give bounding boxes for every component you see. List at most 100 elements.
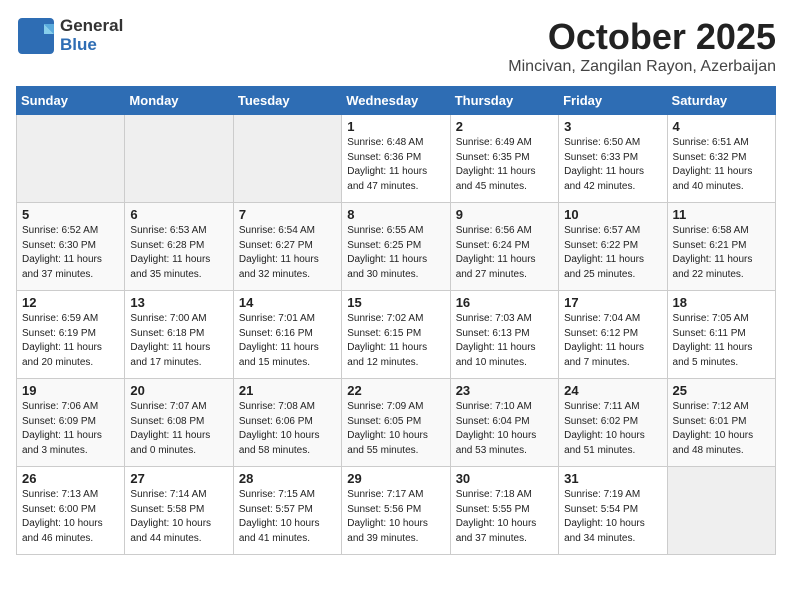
day-number: 23 (456, 383, 553, 398)
weekday-header: Wednesday (342, 87, 450, 115)
day-number: 3 (564, 119, 661, 134)
calendar-cell: 6 Sunrise: 6:53 AMSunset: 6:28 PMDaylight… (125, 203, 233, 291)
day-info: Sunrise: 6:49 AMSunset: 6:35 PMDaylight:… (456, 136, 553, 194)
calendar-cell: 15 Sunrise: 7:02 AMSunset: 6:15 PMDayligh… (342, 291, 450, 379)
day-info: Sunrise: 7:06 AMSunset: 6:09 PMDaylight:… (22, 400, 119, 458)
day-info: Sunrise: 7:09 AMSunset: 6:05 PMDaylight:… (347, 400, 444, 458)
weekday-header: Saturday (667, 87, 775, 115)
day-number: 28 (239, 471, 336, 486)
day-number: 15 (347, 295, 444, 310)
calendar-cell: 13 Sunrise: 7:00 AMSunset: 6:18 PMDayligh… (125, 291, 233, 379)
day-number: 4 (673, 119, 770, 134)
calendar-cell: 11Sunrise: 6:58 AMSunset: 6:21 PMDayligh… (667, 203, 775, 291)
day-info: Sunrise: 7:14 AMSunset: 5:58 PMDaylight:… (130, 488, 227, 546)
day-info: Sunrise: 7:12 AMSunset: 6:01 PMDaylight:… (673, 400, 770, 458)
calendar-cell: 28 Sunrise: 7:15 AMSunset: 5:57 PMDayligh… (233, 467, 341, 555)
logo: General Blue (16, 16, 123, 56)
logo-text: General Blue (60, 17, 123, 54)
calendar-cell: 9Sunrise: 6:56 AMSunset: 6:24 PMDaylight… (450, 203, 558, 291)
day-info: Sunrise: 7:00 AMSunset: 6:18 PMDaylight:… (130, 312, 227, 370)
day-info: Sunrise: 6:50 AMSunset: 6:33 PMDaylight:… (564, 136, 661, 194)
calendar-cell (233, 115, 341, 203)
day-info: Sunrise: 6:58 AMSunset: 6:21 PMDaylight:… (673, 224, 770, 282)
day-number: 1 (347, 119, 444, 134)
day-info: Sunrise: 7:15 AMSunset: 5:57 PMDaylight:… (239, 488, 336, 546)
calendar-cell: 7 Sunrise: 6:54 AMSunset: 6:27 PMDaylight… (233, 203, 341, 291)
calendar-cell: 5 Sunrise: 6:52 AMSunset: 6:30 PMDaylight… (17, 203, 125, 291)
title-area: October 2025 Mincivan, Zangilan Rayon, A… (508, 16, 776, 76)
logo-blue: Blue (60, 36, 123, 55)
day-number: 27 (130, 471, 227, 486)
day-info: Sunrise: 6:48 AMSunset: 6:36 PMDaylight:… (347, 136, 444, 194)
day-info: Sunrise: 7:03 AMSunset: 6:13 PMDaylight:… (456, 312, 553, 370)
calendar-cell: 20Sunrise: 7:07 AMSunset: 6:08 PMDayligh… (125, 379, 233, 467)
calendar-cell: 21Sunrise: 7:08 AMSunset: 6:06 PMDayligh… (233, 379, 341, 467)
day-info: Sunrise: 7:07 AMSunset: 6:08 PMDaylight:… (130, 400, 227, 458)
day-number: 5 (22, 207, 119, 222)
logo-general: General (60, 17, 123, 36)
month-title: October 2025 (508, 16, 776, 58)
day-number: 10 (564, 207, 661, 222)
day-info: Sunrise: 7:18 AMSunset: 5:55 PMDaylight:… (456, 488, 553, 546)
location-title: Mincivan, Zangilan Rayon, Azerbaijan (508, 58, 776, 76)
calendar-table: SundayMondayTuesdayWednesdayThursdayFrid… (16, 86, 776, 555)
day-number: 25 (673, 383, 770, 398)
day-number: 30 (456, 471, 553, 486)
day-info: Sunrise: 7:17 AMSunset: 5:56 PMDaylight:… (347, 488, 444, 546)
day-info: Sunrise: 6:53 AMSunset: 6:28 PMDaylight:… (130, 224, 227, 282)
calendar-week-row: 1 Sunrise: 6:48 AMSunset: 6:36 PMDaylight… (17, 115, 776, 203)
day-number: 14 (239, 295, 336, 310)
weekday-header: Friday (559, 87, 667, 115)
header: General Blue October 2025 Mincivan, Zang… (16, 16, 776, 76)
day-number: 31 (564, 471, 661, 486)
calendar-week-row: 5 Sunrise: 6:52 AMSunset: 6:30 PMDaylight… (17, 203, 776, 291)
calendar-cell: 3 Sunrise: 6:50 AMSunset: 6:33 PMDaylight… (559, 115, 667, 203)
calendar-cell: 30 Sunrise: 7:18 AMSunset: 5:55 PMDayligh… (450, 467, 558, 555)
calendar-cell: 12 Sunrise: 6:59 AMSunset: 6:19 PMDayligh… (17, 291, 125, 379)
day-number: 12 (22, 295, 119, 310)
calendar-cell: 25 Sunrise: 7:12 AMSunset: 6:01 PMDayligh… (667, 379, 775, 467)
day-number: 22 (347, 383, 444, 398)
calendar-cell: 24Sunrise: 7:11 AMSunset: 6:02 PMDayligh… (559, 379, 667, 467)
calendar-cell: 31 Sunrise: 7:19 AMSunset: 5:54 PMDayligh… (559, 467, 667, 555)
calendar-cell (667, 467, 775, 555)
calendar-cell: 19 Sunrise: 7:06 AMSunset: 6:09 PMDayligh… (17, 379, 125, 467)
calendar-cell: 4Sunrise: 6:51 AMSunset: 6:32 PMDaylight… (667, 115, 775, 203)
day-info: Sunrise: 7:01 AMSunset: 6:16 PMDaylight:… (239, 312, 336, 370)
day-info: Sunrise: 7:02 AMSunset: 6:15 PMDaylight:… (347, 312, 444, 370)
day-number: 8 (347, 207, 444, 222)
day-info: Sunrise: 6:57 AMSunset: 6:22 PMDaylight:… (564, 224, 661, 282)
calendar-cell (125, 115, 233, 203)
day-info: Sunrise: 6:59 AMSunset: 6:19 PMDaylight:… (22, 312, 119, 370)
calendar-week-row: 19 Sunrise: 7:06 AMSunset: 6:09 PMDayligh… (17, 379, 776, 467)
day-info: Sunrise: 6:55 AMSunset: 6:25 PMDaylight:… (347, 224, 444, 282)
calendar-header-row: SundayMondayTuesdayWednesdayThursdayFrid… (17, 87, 776, 115)
calendar-cell: 29 Sunrise: 7:17 AMSunset: 5:56 PMDayligh… (342, 467, 450, 555)
calendar-cell: 26Sunrise: 7:13 AMSunset: 6:00 PMDayligh… (17, 467, 125, 555)
day-number: 17 (564, 295, 661, 310)
calendar-cell: 22 Sunrise: 7:09 AMSunset: 6:05 PMDayligh… (342, 379, 450, 467)
calendar-cell: 2 Sunrise: 6:49 AMSunset: 6:35 PMDaylight… (450, 115, 558, 203)
day-number: 18 (673, 295, 770, 310)
day-info: Sunrise: 6:54 AMSunset: 6:27 PMDaylight:… (239, 224, 336, 282)
day-number: 19 (22, 383, 119, 398)
day-number: 29 (347, 471, 444, 486)
calendar-cell: 27 Sunrise: 7:14 AMSunset: 5:58 PMDayligh… (125, 467, 233, 555)
calendar-week-row: 26Sunrise: 7:13 AMSunset: 6:00 PMDayligh… (17, 467, 776, 555)
calendar-cell: 23Sunrise: 7:10 AMSunset: 6:04 PMDayligh… (450, 379, 558, 467)
day-info: Sunrise: 7:11 AMSunset: 6:02 PMDaylight:… (564, 400, 661, 458)
day-number: 7 (239, 207, 336, 222)
day-info: Sunrise: 6:52 AMSunset: 6:30 PMDaylight:… (22, 224, 119, 282)
day-number: 6 (130, 207, 227, 222)
weekday-header: Tuesday (233, 87, 341, 115)
day-number: 16 (456, 295, 553, 310)
day-number: 13 (130, 295, 227, 310)
calendar-cell: 10 Sunrise: 6:57 AMSunset: 6:22 PMDayligh… (559, 203, 667, 291)
day-info: Sunrise: 7:19 AMSunset: 5:54 PMDaylight:… (564, 488, 661, 546)
day-number: 26 (22, 471, 119, 486)
day-number: 2 (456, 119, 553, 134)
calendar-cell (17, 115, 125, 203)
weekday-header: Thursday (450, 87, 558, 115)
weekday-header: Monday (125, 87, 233, 115)
calendar-cell: 1 Sunrise: 6:48 AMSunset: 6:36 PMDaylight… (342, 115, 450, 203)
